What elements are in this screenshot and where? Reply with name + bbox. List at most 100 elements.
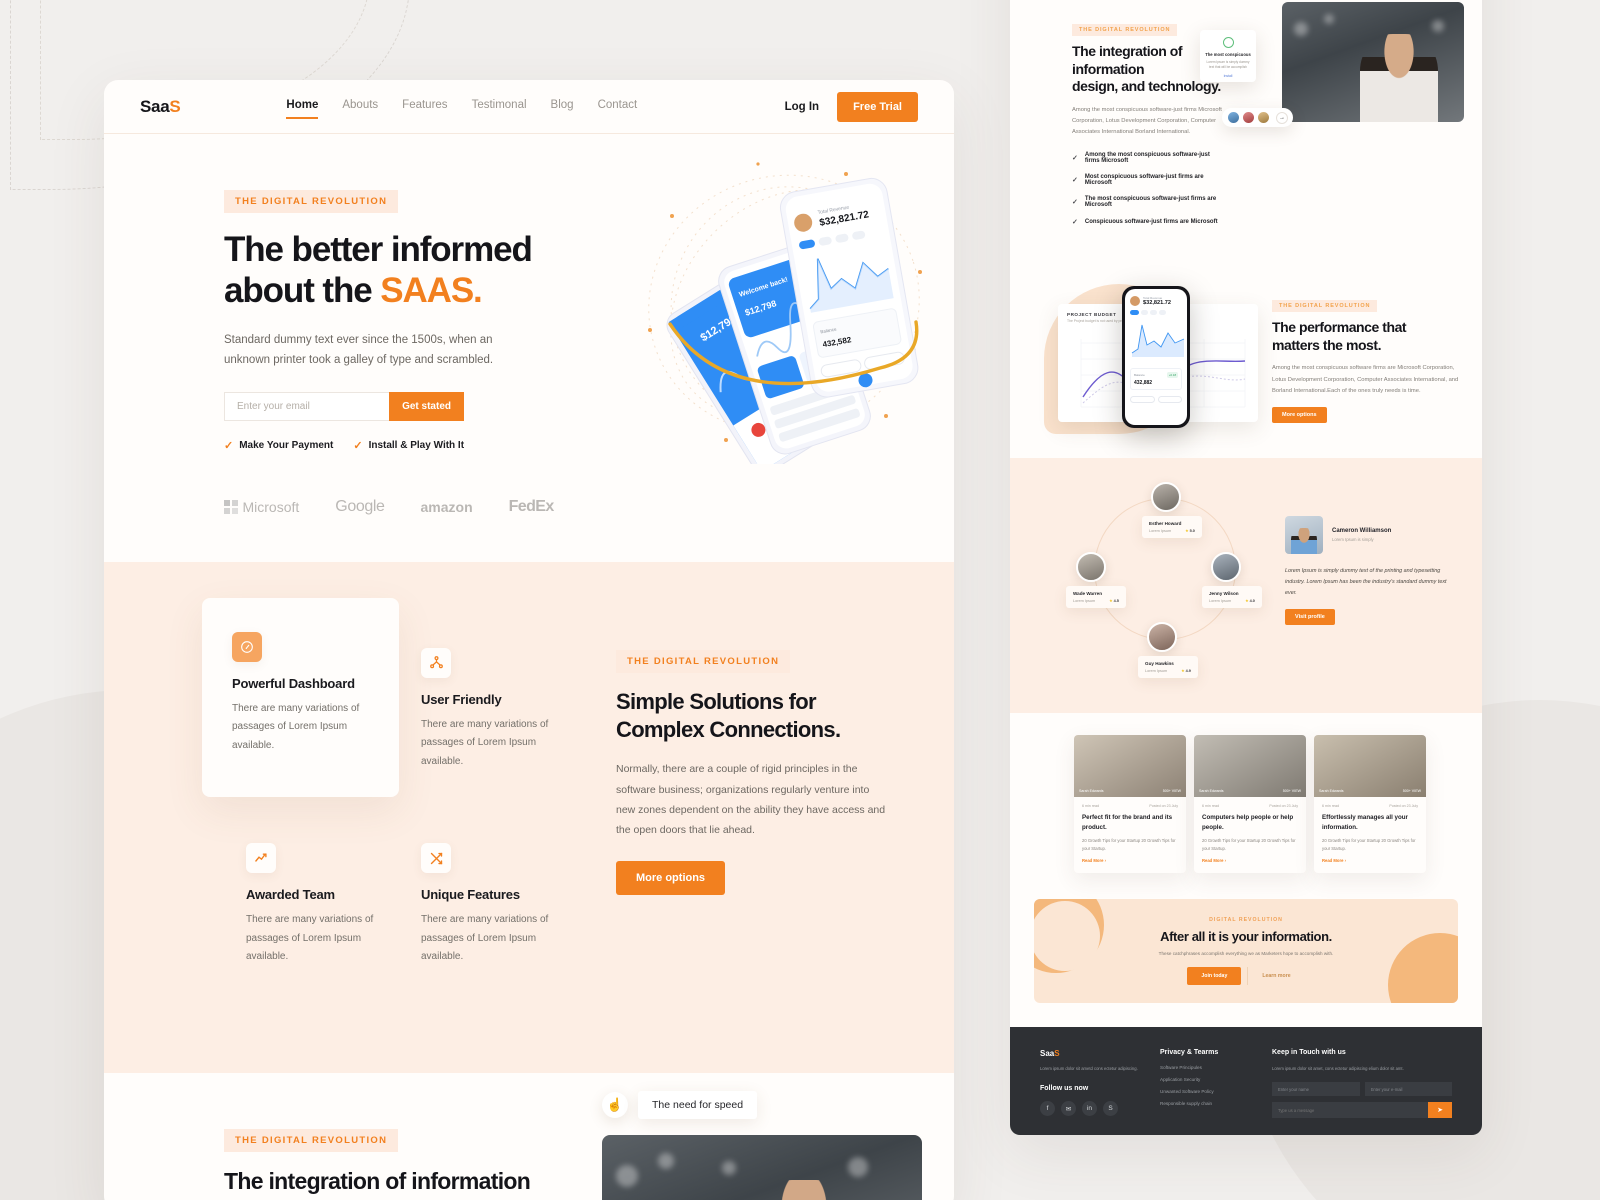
testimonial-label-wade: Wade Warren Lorem Ipsum ★ 4.5	[1066, 586, 1126, 609]
footer-message-input[interactable]	[1272, 1102, 1428, 1119]
blog-author: Sarah Edwards	[1199, 789, 1224, 794]
avatar	[1130, 296, 1140, 307]
share-nodes-icon	[421, 647, 451, 678]
features-more-options-button[interactable]: More options	[616, 860, 726, 895]
footer-link[interactable]: Application Security	[1160, 1077, 1272, 1082]
r-integration-body: Among the most conspicuous software-just…	[1072, 106, 1222, 136]
landing-page-primary: SaaS Home Abouts Features Testimonal Blo…	[104, 80, 954, 1200]
brand-logo-strip: Microsoft Google amazon FedEx	[224, 498, 954, 516]
twitter-icon[interactable]: ✉	[1061, 1101, 1076, 1117]
nav-link-testimonal[interactable]: Testimonal	[472, 99, 527, 115]
hero-title-line2: about the SAAS.	[224, 270, 554, 311]
decor-arc-right	[1388, 933, 1458, 1004]
arrow-right-icon[interactable]: →	[1276, 111, 1288, 124]
blog-views: 500+ VIEW	[1402, 789, 1421, 794]
r-performance-more-options-button[interactable]: More options	[1272, 407, 1327, 424]
check-icon: ✓	[1072, 219, 1078, 227]
linkedin-icon[interactable]: in	[1082, 1101, 1097, 1117]
blog-card[interactable]: Sarah Edwards 500+ VIEW 6 min read Posted …	[1074, 735, 1186, 874]
microsoft-grid-icon	[224, 500, 238, 514]
nav-link-blog[interactable]: Blog	[551, 99, 574, 115]
footer-links-col: Privacy & Tearms Software Principules Ap…	[1160, 1049, 1272, 1118]
r-toast-body: Lorem Ipsum is simply dummy text that wi…	[1206, 60, 1250, 70]
r-install-toast-card: The most conspicuous Lorem Ipsum is simp…	[1200, 30, 1256, 82]
nav-link-features[interactable]: Features	[402, 99, 447, 115]
photo-bokeh	[1294, 22, 1308, 36]
hero-get-started-button[interactable]: Get stated	[389, 391, 464, 421]
testimonial-avatar-jenny[interactable]	[1211, 552, 1241, 583]
r-phone-balance-label: Balance	[1134, 373, 1145, 378]
r-checklist-item: ✓ Conspicuous software-just firms are Mic…	[1072, 218, 1225, 226]
features-copy: THE DIGITAL REVOLUTION Simple Solutions …	[616, 622, 886, 993]
footer-logo[interactable]: SaaS	[1040, 1049, 1160, 1058]
learn-more-button[interactable]: Learn more	[1247, 967, 1304, 986]
testimonial-label-guy: Guy Hawkins Lorem Ipsum ★ 4.9	[1138, 656, 1198, 679]
footer-link[interactable]: Software Principules	[1160, 1065, 1272, 1070]
r-checklist-label: Most conspicuous software-just firms are…	[1084, 174, 1204, 187]
avatar	[1227, 111, 1240, 124]
r-blog-section: Sarah Edwards 500+ VIEW 6 min read Posted …	[1010, 713, 1482, 874]
facebook-icon[interactable]: f	[1040, 1101, 1055, 1117]
send-icon[interactable]: ➤	[1428, 1102, 1452, 1119]
feature-card-user-friendly[interactable]: User Friendly There are many variations …	[399, 622, 574, 798]
free-trial-button[interactable]: Free Trial	[837, 91, 918, 122]
testimonial-name: Esther Howard	[1149, 521, 1182, 527]
join-today-button[interactable]: Join today	[1187, 967, 1242, 986]
features-title-line1: Simple Solutions for	[616, 688, 817, 714]
visit-profile-button[interactable]: Visit profile	[1285, 608, 1335, 625]
blog-desc: 20 Growth Tips for your Startup 20 Growt…	[1082, 837, 1176, 851]
cta-title: After all it is your information.	[1160, 929, 1332, 945]
blog-read-more-link[interactable]: Read More ›	[1322, 858, 1418, 863]
blog-read-more-link[interactable]: Read More ›	[1082, 858, 1178, 863]
blog-card[interactable]: Sarah Edwards 500+ VIEW 6 min read Posted …	[1194, 735, 1306, 874]
hero-email-input[interactable]	[224, 391, 390, 421]
hero-title-accent: SAAS.	[380, 271, 483, 311]
testimonial-rating: 5.0	[1189, 529, 1195, 534]
r-phone-chart	[1131, 325, 1185, 358]
feature-card-unique-features[interactable]: Unique Features There are many variation…	[399, 797, 574, 993]
skype-icon[interactable]: S	[1103, 1101, 1118, 1117]
testimonial-rating: 4.9	[1185, 669, 1191, 674]
login-link[interactable]: Log In	[785, 101, 820, 113]
hero-check-label: Make Your Payment	[239, 439, 334, 451]
brand-logo[interactable]: SaaS	[140, 97, 181, 117]
footer-link[interactable]: Responsible supply chain	[1160, 1101, 1272, 1106]
canvas: SaaS Home Abouts Features Testimonal Blo…	[0, 0, 1600, 1200]
navbar: SaaS Home Abouts Features Testimonal Blo…	[104, 80, 954, 134]
nav-actions: Log In Free Trial	[785, 91, 918, 122]
blog-desc: 20 Growth Tips for your Startup 20 Growt…	[1202, 837, 1296, 851]
photo-bokeh	[1432, 20, 1444, 32]
blog-read-more-label: Read More	[1082, 858, 1104, 864]
feature-card-awarded-team[interactable]: Awarded Team There are many variations o…	[224, 797, 399, 993]
blog-desc: 20 Growth Tips for your Startup 20 Growt…	[1322, 837, 1416, 851]
featured-sub: Lorem Ipsum is simply	[1332, 537, 1374, 543]
check-icon: ✓	[1072, 155, 1078, 163]
blog-posted: Posted on 23 July	[1269, 804, 1298, 809]
nav-link-abouts[interactable]: Abouts	[342, 99, 378, 115]
blog-body: 6 min read Posted on 23 July Effortlessly…	[1314, 797, 1426, 873]
footer-link[interactable]: Unwanted Software Policy	[1160, 1089, 1272, 1094]
r-performance-illustration: PROJECT BUDGET The Project budget is not…	[1010, 278, 1272, 458]
nav-link-home[interactable]: Home	[286, 99, 318, 119]
blog-meta: 6 min read Posted on 23 July	[1082, 804, 1178, 808]
footer-message-row: ➤	[1272, 1102, 1452, 1119]
r-phone-screen: Total Revenue $32,821.72 Balance +0.18 4…	[1125, 289, 1187, 426]
hero-check-list: ✓ Make Your Payment ✓ Install & Play With …	[224, 439, 554, 452]
feature-card-powerful-dashboard[interactable]: Powerful Dashboard There are many variat…	[202, 597, 399, 798]
nav-link-contact[interactable]: Contact	[598, 99, 638, 115]
r-phone-mockup: Total Revenue $32,821.72 Balance +0.18 4…	[1122, 286, 1190, 429]
r-performance-eyebrow-pill: THE DIGITAL REVOLUTION	[1272, 300, 1378, 313]
testimonial-avatar-guy[interactable]	[1147, 622, 1177, 653]
speed-chip-label: The need for speed	[638, 1090, 758, 1119]
hero-subtitle: Standard dummy text ever since the 1500s…	[224, 333, 494, 366]
testimonial-name: Jenny Wilson	[1209, 591, 1239, 597]
r-toast-action-link[interactable]: Install	[1205, 74, 1251, 78]
featured-quote: Lorem Ipsum is simply dummy text of the …	[1285, 568, 1447, 597]
footer-name-input[interactable]	[1272, 1082, 1360, 1097]
speed-callout: ☝ The need for speed	[602, 1090, 922, 1119]
blog-read-more-link[interactable]: Read More ›	[1202, 858, 1298, 863]
feature-desc: There are many variations of passages of…	[232, 702, 360, 751]
featured-avatar	[1285, 516, 1323, 555]
blog-card[interactable]: Sarah Edwards 500+ VIEW 6 min read Posted …	[1314, 735, 1426, 874]
footer-email-input[interactable]	[1364, 1082, 1452, 1097]
